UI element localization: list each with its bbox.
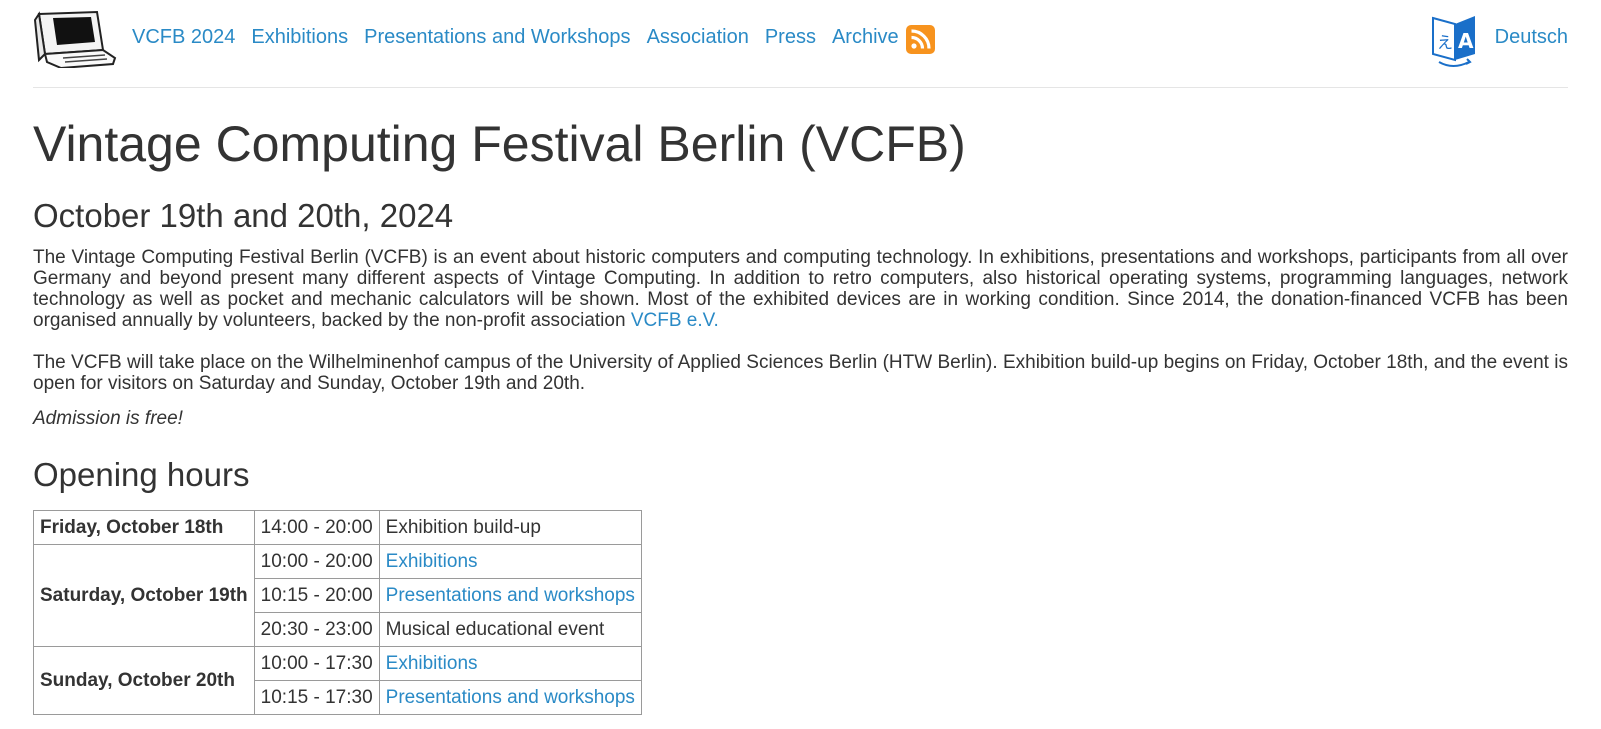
nav-item-association[interactable]: Association bbox=[647, 24, 749, 50]
event-cell: Musical educational event bbox=[378, 612, 642, 647]
venue-paragraph: The VCFB will take place on the Wilhelmi… bbox=[33, 352, 1568, 394]
time-cell: 10:15 - 20:00 bbox=[253, 578, 380, 613]
site-header: VCFB 2024 Exhibitions Presentations and … bbox=[33, 0, 1568, 88]
table-row: Friday, October 18th 14:00 - 20:00 Exhib… bbox=[33, 510, 642, 545]
exhibitions-link[interactable]: Exhibitions bbox=[386, 653, 478, 674]
event-cell: Exhibitions bbox=[378, 544, 642, 579]
main-nav: VCFB 2024 Exhibitions Presentations and … bbox=[132, 24, 915, 50]
time-cell: 10:00 - 17:30 bbox=[253, 646, 380, 681]
page-title: Vintage Computing Festival Berlin (VCFB) bbox=[33, 116, 966, 172]
presentations-link[interactable]: Presentations and workshops bbox=[386, 585, 635, 606]
day-cell: Saturday, October 19th bbox=[33, 544, 255, 647]
day-cell: Friday, October 18th bbox=[33, 510, 255, 545]
nav-item-vcfb-2024[interactable]: VCFB 2024 bbox=[132, 24, 235, 50]
time-cell: 14:00 - 20:00 bbox=[253, 510, 380, 545]
vintage-computer-logo[interactable] bbox=[33, 10, 117, 68]
event-date-heading: October 19th and 20th, 2024 bbox=[33, 197, 454, 234]
exhibitions-link[interactable]: Exhibitions bbox=[386, 551, 478, 572]
nav-item-presentations-workshops[interactable]: Presentations and Workshops bbox=[364, 24, 630, 50]
intro-paragraph: The Vintage Computing Festival Berlin (V… bbox=[33, 247, 1568, 331]
time-cell: 20:30 - 23:00 bbox=[253, 612, 380, 647]
intro-text: The Vintage Computing Festival Berlin (V… bbox=[33, 247, 1568, 331]
nav-item-exhibitions[interactable]: Exhibitions bbox=[251, 24, 348, 50]
event-cell: Exhibition build-up bbox=[378, 510, 642, 545]
event-cell: Presentations and workshops bbox=[378, 578, 642, 613]
admission-note: Admission is free! bbox=[33, 408, 183, 429]
table-row: Saturday, October 19th 10:00 - 20:00 Exh… bbox=[33, 544, 642, 647]
opening-hours-heading: Opening hours bbox=[33, 456, 250, 493]
svg-text:え: え bbox=[1437, 33, 1453, 52]
association-link[interactable]: VCFB e.V. bbox=[631, 310, 719, 331]
translate-icon[interactable]: え A bbox=[1431, 12, 1479, 68]
time-cell: 10:00 - 20:00 bbox=[253, 544, 380, 579]
time-cell: 10:15 - 17:30 bbox=[253, 680, 380, 715]
table-row: Sunday, October 20th 10:00 - 17:30 Exhib… bbox=[33, 646, 642, 715]
opening-hours-table: Friday, October 18th 14:00 - 20:00 Exhib… bbox=[33, 510, 642, 715]
nav-item-archive[interactable]: Archive bbox=[832, 24, 899, 50]
nav-item-press[interactable]: Press bbox=[765, 24, 816, 50]
event-cell: Presentations and workshops bbox=[378, 680, 642, 715]
rss-feed-icon[interactable] bbox=[906, 25, 935, 54]
day-cell: Sunday, October 20th bbox=[33, 646, 255, 715]
svg-text:A: A bbox=[1458, 29, 1474, 53]
presentations-link[interactable]: Presentations and workshops bbox=[386, 687, 635, 708]
event-cell: Exhibitions bbox=[378, 646, 642, 681]
language-switch-link[interactable]: Deutsch bbox=[1495, 24, 1568, 50]
